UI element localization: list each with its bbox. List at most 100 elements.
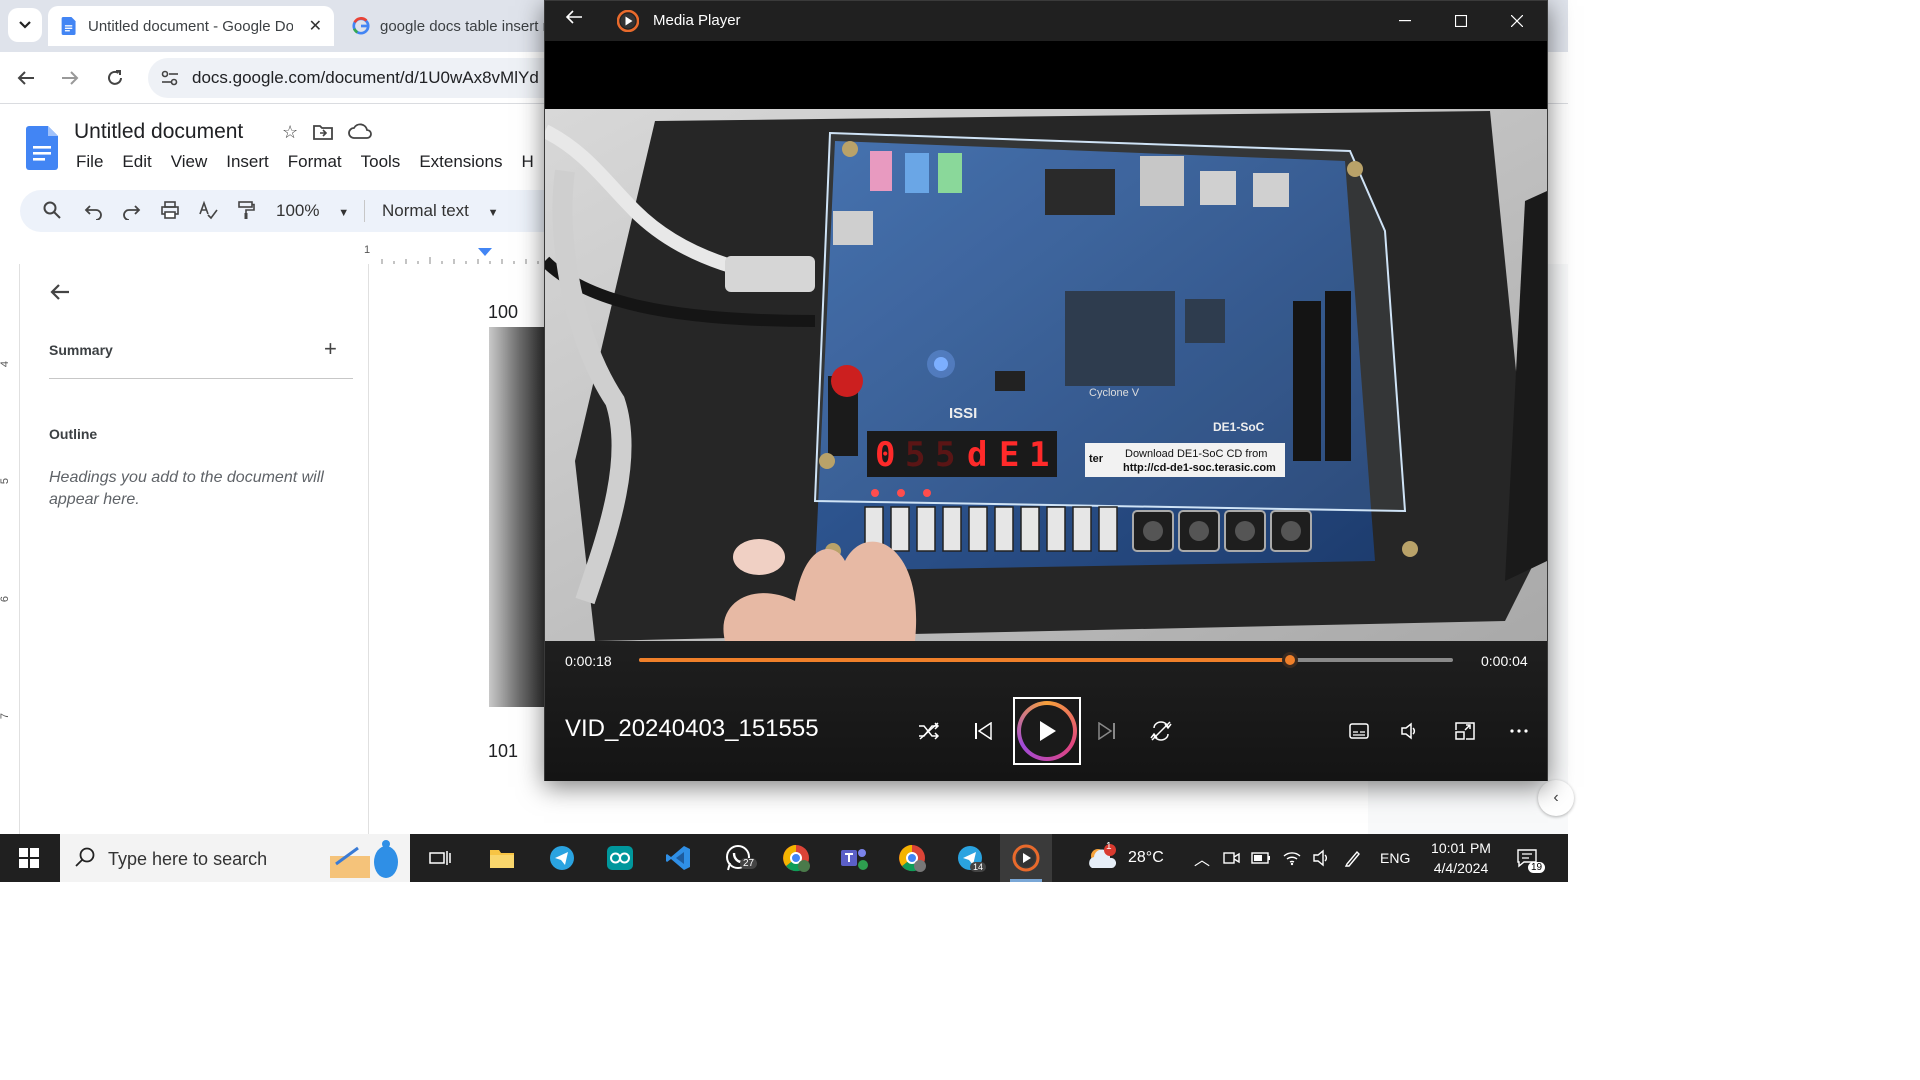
notification-center-button[interactable]: 19 xyxy=(1516,834,1546,882)
summary-heading: Summary xyxy=(49,342,113,358)
maximize-button[interactable] xyxy=(1441,7,1481,35)
search-menus-icon[interactable] xyxy=(42,200,62,220)
vscode-icon xyxy=(666,846,690,870)
hex-digit: 5 xyxy=(935,435,955,475)
more-options-button[interactable] xyxy=(1501,715,1537,747)
telegram-app-2[interactable]: 14 xyxy=(944,834,996,882)
more-icon xyxy=(1510,729,1528,733)
captions-icon xyxy=(1349,723,1369,739)
captions-button[interactable] xyxy=(1341,715,1377,747)
playback-controls: 0:00:18 0:00:04 VID_20240403_151555 xyxy=(545,641,1547,781)
back-button[interactable] xyxy=(10,62,42,94)
tab-google-search[interactable]: google docs table insert m xyxy=(340,6,560,46)
google-docs-logo[interactable] xyxy=(26,126,58,170)
chrome-profile-k-app[interactable] xyxy=(886,834,938,882)
play-button[interactable] xyxy=(1013,697,1081,765)
undo-icon[interactable] xyxy=(84,200,104,220)
teams-app[interactable] xyxy=(828,834,880,882)
start-button[interactable] xyxy=(0,834,58,882)
shuffle-button[interactable] xyxy=(911,715,947,747)
menu-format[interactable]: Format xyxy=(288,152,342,172)
file-explorer-app[interactable] xyxy=(476,834,528,882)
pen-icon[interactable] xyxy=(1344,849,1362,867)
notification-badge: 27 xyxy=(740,858,758,869)
menu-view[interactable]: View xyxy=(171,152,208,172)
chrome-icon xyxy=(783,845,810,872)
close-outline-arrow-icon[interactable] xyxy=(48,280,72,304)
indent-marker[interactable] xyxy=(478,248,492,256)
system-clock[interactable]: 10:01 PM 4/4/2024 xyxy=(1422,838,1500,878)
paint-format-icon[interactable] xyxy=(236,200,256,220)
brand-text: Cyclone V xyxy=(1089,387,1140,399)
vertical-ruler[interactable]: 4 5 6 7 xyxy=(0,264,20,834)
reload-button[interactable] xyxy=(99,62,131,94)
reload-icon xyxy=(108,70,122,85)
zoom-select[interactable]: 100% ▼ xyxy=(276,201,349,221)
weather-widget[interactable]: 1 28°C xyxy=(1086,834,1164,882)
mini-player-button[interactable] xyxy=(1447,715,1483,747)
maximize-icon xyxy=(1455,15,1467,27)
volume-button[interactable] xyxy=(1391,715,1427,747)
media-player-taskbar-app[interactable] xyxy=(1000,834,1052,882)
menu-file[interactable]: File xyxy=(76,152,103,172)
outline-empty-hint: Headings you add to the document will ap… xyxy=(49,469,324,508)
google-icon xyxy=(352,17,370,35)
add-summary-button[interactable]: + xyxy=(324,336,337,362)
tab-google-docs[interactable]: Untitled document - Google Docs ✕ xyxy=(48,6,334,46)
print-icon[interactable] xyxy=(160,200,180,220)
seek-bar[interactable] xyxy=(639,652,1453,668)
input-language[interactable]: ENG xyxy=(1380,834,1410,882)
weather-alert-count: 1 xyxy=(1106,841,1112,852)
side-panel-toggle[interactable]: ‹ xyxy=(1538,780,1574,816)
menu-extensions[interactable]: Extensions xyxy=(419,152,502,172)
menu-tools[interactable]: Tools xyxy=(361,152,401,172)
menu-help[interactable]: H xyxy=(521,152,533,172)
menu-insert[interactable]: Insert xyxy=(226,152,269,172)
repeat-button[interactable] xyxy=(1143,715,1179,747)
cloud-status-icon[interactable] xyxy=(348,122,373,142)
notification-badge: 14 xyxy=(970,862,987,872)
clock-date: 4/4/2024 xyxy=(1433,860,1489,876)
video-surface[interactable]: Cyclone V 0 5 5 d E 1 ISSI Download DE1-… xyxy=(545,41,1547,641)
spellcheck-icon[interactable] xyxy=(198,200,218,220)
whatsapp-app[interactable]: 27 xyxy=(712,834,764,882)
next-button[interactable] xyxy=(1089,715,1125,747)
hex-digit: E xyxy=(999,435,1019,475)
site-settings-icon[interactable] xyxy=(160,68,180,88)
outline-heading: Outline xyxy=(49,426,98,442)
wifi-icon[interactable] xyxy=(1282,850,1302,866)
seek-thumb[interactable] xyxy=(1282,652,1299,668)
chevron-up-icon: ︿ xyxy=(1194,852,1211,869)
forward-button[interactable] xyxy=(54,62,86,94)
move-folder-icon[interactable] xyxy=(312,122,334,142)
horizontal-ruler[interactable]: 1 xyxy=(364,244,550,264)
arduino-app[interactable] xyxy=(594,834,646,882)
telegram-app[interactable] xyxy=(536,834,588,882)
back-arrow-icon[interactable] xyxy=(565,9,583,25)
show-hidden-icons-button[interactable]: ︿ xyxy=(1194,834,1210,882)
star-icon[interactable]: ☆ xyxy=(282,122,298,143)
inserted-image[interactable] xyxy=(489,327,549,707)
document-title[interactable]: Untitled document xyxy=(74,120,243,144)
toolbar-divider xyxy=(364,200,365,222)
paragraph-style-select[interactable]: Normal text ▼ xyxy=(382,201,499,221)
document-outline-panel: Summary + Outline Headings you add to th… xyxy=(20,264,369,834)
task-view-icon xyxy=(429,851,451,865)
chrome-profile-m-app[interactable] xyxy=(770,834,822,882)
vscode-app[interactable] xyxy=(652,834,704,882)
meet-now-icon[interactable] xyxy=(1222,849,1240,867)
speaker-icon[interactable] xyxy=(1312,849,1330,867)
task-view-button[interactable] xyxy=(414,834,466,882)
close-button[interactable] xyxy=(1497,7,1537,35)
previous-button[interactable] xyxy=(965,715,1001,747)
redo-icon[interactable] xyxy=(121,200,141,220)
hex-digit: 0 xyxy=(875,435,895,475)
page-text-number: 101 xyxy=(488,741,519,761)
taskbar-search[interactable]: Type here to search xyxy=(60,834,410,882)
menu-edit[interactable]: Edit xyxy=(122,152,151,172)
minimize-button[interactable] xyxy=(1385,7,1425,35)
close-icon[interactable]: ✕ xyxy=(309,16,322,36)
battery-charging-icon[interactable] xyxy=(1250,850,1272,866)
ruler-number: 5 xyxy=(0,477,12,485)
tab-search-button[interactable] xyxy=(8,8,42,42)
